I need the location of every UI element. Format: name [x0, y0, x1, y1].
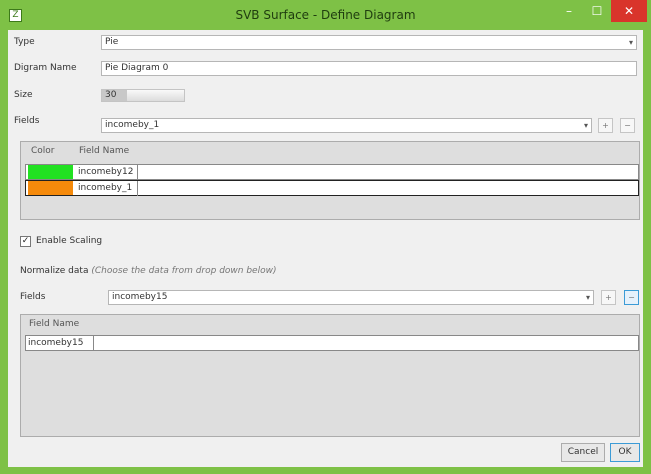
cancel-button[interactable]: Cancel	[561, 443, 605, 462]
fields-label: Fields	[14, 116, 40, 126]
enable-scaling-label: Enable Scaling	[36, 236, 103, 246]
normalize-fields-value: incomeby15	[112, 292, 168, 302]
remove-field-button[interactable]: −	[620, 118, 635, 133]
table-row[interactable]: incomeby_1	[25, 180, 639, 196]
field-name-column-header: Field Name	[79, 146, 130, 156]
size-value: 30	[105, 90, 117, 100]
fields-dropdown[interactable]: incomeby_1 ▾	[101, 118, 592, 133]
size-label: Size	[14, 90, 33, 100]
diagram-name-value: Pie Diagram 0	[105, 63, 169, 73]
chevron-down-icon: ▾	[628, 38, 633, 47]
diagram-name-input[interactable]: Pie Diagram 0	[101, 61, 637, 76]
color-swatch[interactable]	[28, 165, 73, 179]
size-slider[interactable]: 30	[101, 89, 185, 102]
remove-normalize-field-button[interactable]: −	[624, 290, 639, 305]
type-value: Pie	[105, 37, 119, 47]
normalize-title: Normalize data	[20, 266, 89, 276]
color-swatch[interactable]	[28, 181, 73, 195]
dialog-body: Type Pie ▾ Digram Name Pie Diagram 0 Siz…	[8, 30, 643, 467]
define-diagram-window: Z SVB Surface - Define Diagram – ☐ ✕ Typ…	[0, 0, 651, 474]
close-icon[interactable]: ✕	[611, 0, 647, 22]
normalize-heading: Normalize data (Choose the data from dro…	[20, 266, 276, 276]
fields-grid: Color Field Name incomeby12 incomeby_1	[20, 141, 640, 220]
minimize-icon[interactable]: –	[556, 0, 582, 22]
chevron-down-icon: ▾	[585, 293, 590, 302]
add-field-button[interactable]: +	[598, 118, 613, 133]
enable-scaling-checkbox[interactable]: ✓	[20, 236, 31, 247]
normalize-field-name-header: Field Name	[29, 319, 80, 329]
normalize-hint: (Choose the data from drop down below)	[91, 266, 277, 276]
type-label: Type	[14, 37, 35, 47]
title-bar[interactable]: Z SVB Surface - Define Diagram – ☐ ✕	[0, 0, 651, 30]
field-name-cell: incomeby15	[28, 336, 94, 351]
ok-button[interactable]: OK	[610, 443, 640, 462]
normalize-fields-label: Fields	[20, 292, 46, 302]
diagram-name-label: Digram Name	[14, 63, 77, 73]
window-title: SVB Surface - Define Diagram	[235, 8, 416, 22]
fields-value: incomeby_1	[105, 120, 160, 130]
field-name-cell: incomeby_1	[78, 181, 138, 196]
table-row[interactable]: incomeby12	[25, 164, 639, 180]
chevron-down-icon: ▾	[583, 121, 588, 130]
maximize-icon[interactable]: ☐	[584, 0, 610, 22]
type-dropdown[interactable]: Pie ▾	[101, 35, 637, 50]
add-normalize-field-button[interactable]: +	[601, 290, 616, 305]
normalize-grid: Field Name incomeby15	[20, 314, 640, 437]
field-name-cell: incomeby12	[78, 165, 138, 180]
color-column-header: Color	[31, 146, 55, 156]
table-row[interactable]: incomeby15	[25, 335, 639, 351]
normalize-fields-dropdown[interactable]: incomeby15 ▾	[108, 290, 594, 305]
